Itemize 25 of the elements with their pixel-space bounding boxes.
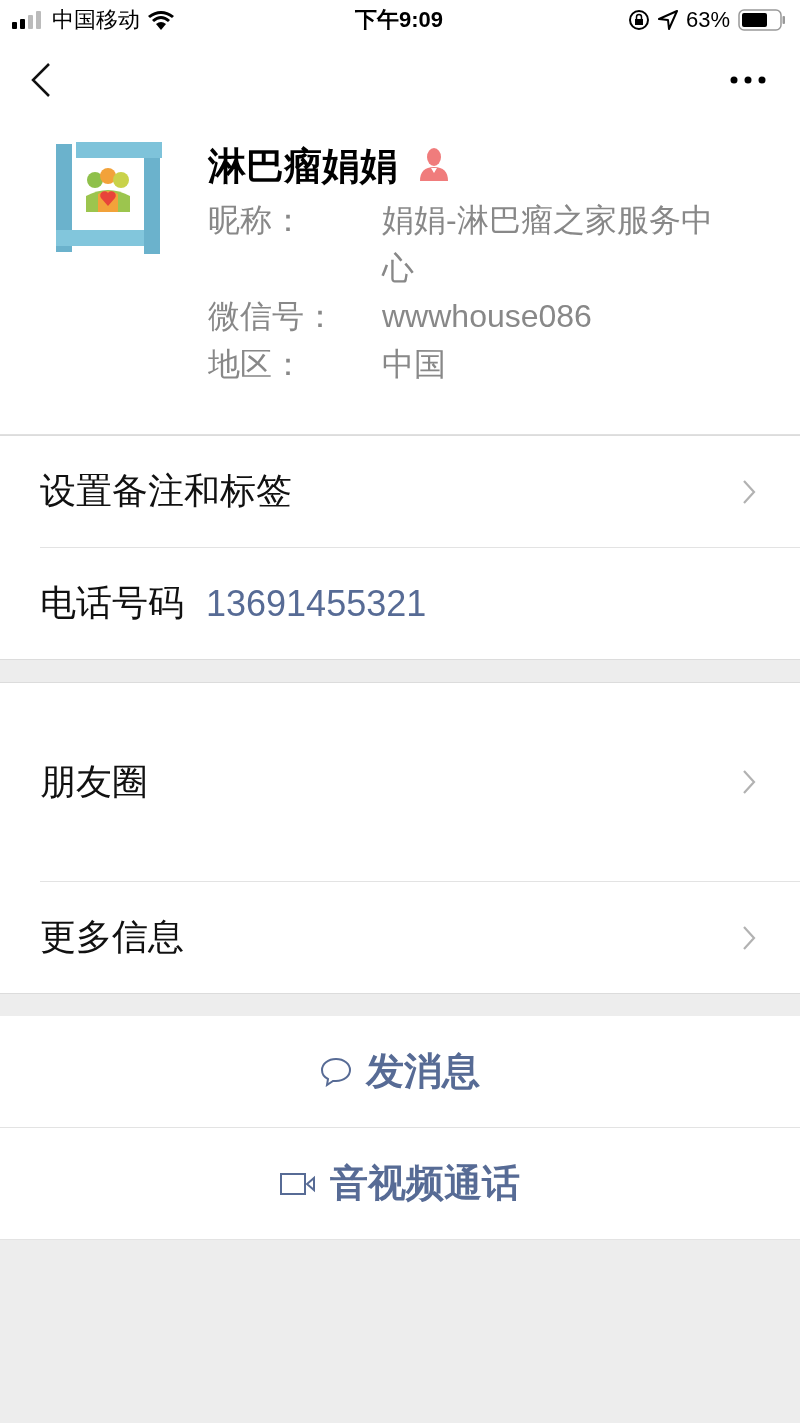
back-button[interactable] <box>30 62 52 98</box>
phone-link[interactable]: 13691455321 <box>206 582 427 625</box>
clock-time: 下午9:09 <box>355 6 444 34</box>
carrier-name: 中国移动 <box>52 6 140 34</box>
chevron-icon <box>742 769 756 795</box>
row-label: 电话号码 <box>40 581 184 625</box>
battery-percent: 63% <box>685 7 730 33</box>
field-label: 昵称： <box>208 201 305 240</box>
chat-bubble-icon <box>320 1056 352 1087</box>
chevron-icon <box>742 478 756 505</box>
chevron-icon <box>742 924 756 951</box>
list-item[interactable]: 更多信息 <box>40 882 800 993</box>
field-value: 中国 <box>382 345 447 384</box>
signal-icon <box>12 11 44 29</box>
wifi-icon <box>148 10 174 30</box>
more-button[interactable] <box>730 76 766 84</box>
rotation-lock-icon <box>627 9 650 31</box>
contact-name: 淋巴瘤娟娟 <box>208 143 398 189</box>
field-value: wwwhouse086 <box>382 297 593 336</box>
video-camera-icon <box>280 1171 316 1196</box>
field-label: 地区： <box>208 345 305 384</box>
battery-icon <box>738 9 786 31</box>
female-icon <box>418 147 450 181</box>
field-label: 微信号： <box>208 297 337 336</box>
location-arrow-icon <box>657 10 678 30</box>
